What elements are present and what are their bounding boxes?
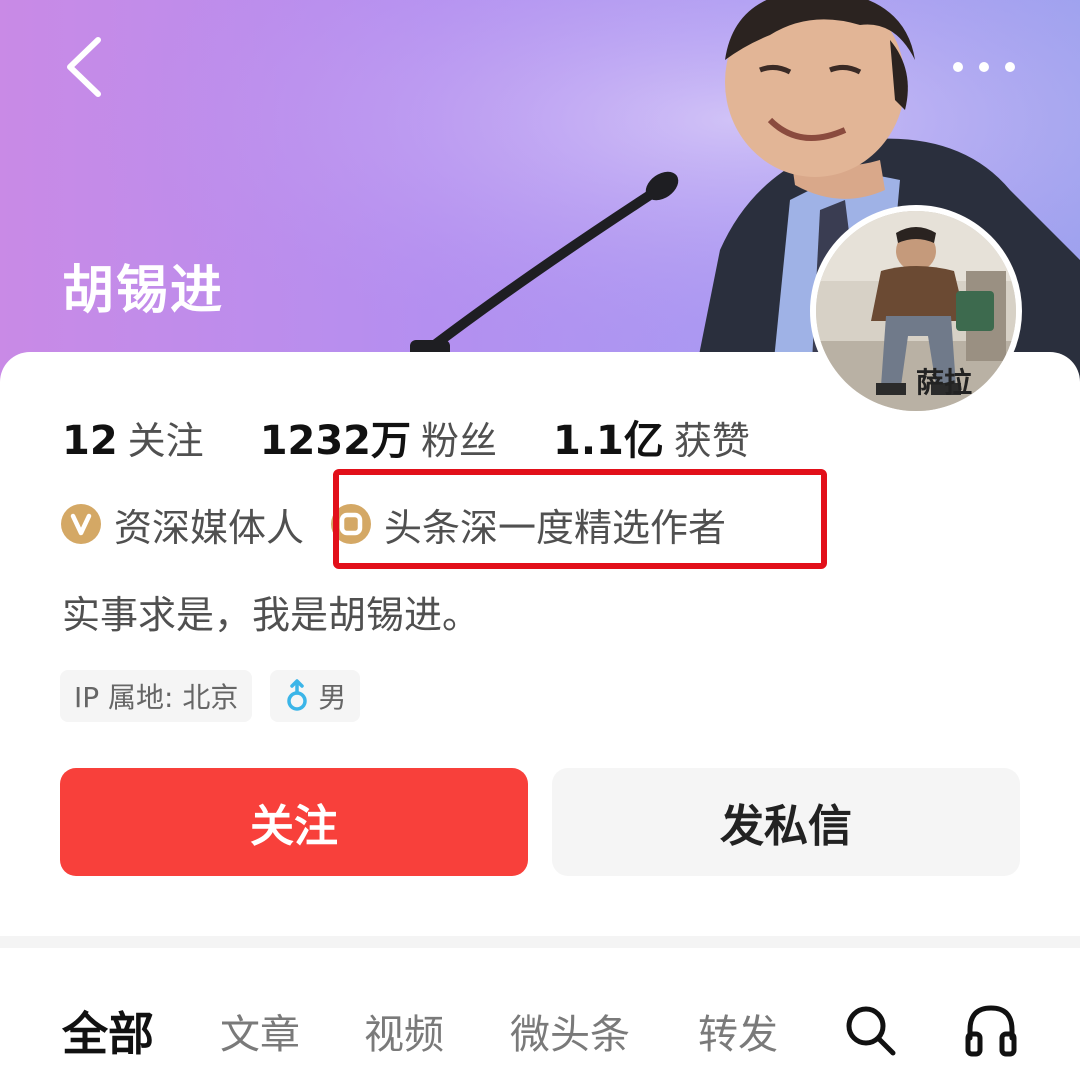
profile-badges: 资深媒体人 头条深一度精选作者 [60, 494, 726, 554]
tab-articles[interactable]: 文章 [220, 1002, 300, 1060]
profile-name: 胡锡进 [62, 261, 225, 321]
gender-tag: 男 [270, 670, 361, 722]
tab-videos[interactable]: 视频 [364, 1002, 444, 1060]
stat-label: 关注 [127, 419, 204, 463]
badge-label: 头条深一度精选作者 [384, 505, 727, 550]
badge-selected-author[interactable]: 头条深一度精选作者 [330, 497, 726, 552]
tag-label: IP 属地: 北京 [74, 681, 239, 714]
tab-micro-posts[interactable]: 微头条 [510, 1002, 630, 1060]
profile-bio: 实事求是，我是胡锡进。 [62, 593, 481, 637]
badge-senior-media[interactable]: 资深媒体人 [60, 497, 304, 552]
profile-page: 胡锡进 萨拉 12 关注 1232万 粉丝 1.1亿 获赞 资深媒体人 头条深一… [0, 0, 1080, 1072]
more-dots-icon[interactable] [948, 52, 1020, 82]
stat-value: 12 [62, 418, 118, 464]
back-chevron-icon[interactable] [58, 34, 110, 100]
male-gender-icon [287, 679, 308, 711]
section-divider [0, 936, 1080, 948]
avatar-caption: 萨拉 [916, 366, 973, 399]
stat-followers[interactable]: 1232万 粉丝 [260, 408, 497, 466]
stat-label: 粉丝 [421, 419, 498, 463]
send-message-button[interactable]: 发私信 [552, 768, 1020, 876]
avatar[interactable]: 萨拉 [810, 205, 1022, 417]
stat-label: 获赞 [673, 419, 750, 463]
tab-all[interactable]: 全部 [62, 998, 154, 1064]
profile-tags: IP 属地: 北京 男 [60, 670, 361, 722]
tab-reposts[interactable]: 转发 [698, 1002, 778, 1060]
follow-button[interactable]: 关注 [60, 768, 528, 876]
headphones-icon[interactable] [962, 1000, 1020, 1058]
stat-following[interactable]: 12 关注 [62, 410, 204, 465]
badge-label: 资深媒体人 [114, 505, 305, 550]
selected-author-icon [331, 504, 372, 544]
content-tabs: 全部 文章 视频 微头条 转发 [0, 990, 1080, 1070]
tag-label: 男 [318, 681, 347, 714]
search-icon[interactable] [842, 1002, 898, 1058]
stat-value: 1.1亿 [553, 418, 664, 464]
ip-location-tag: IP 属地: 北京 [60, 670, 253, 722]
stat-value: 1232万 [259, 418, 412, 464]
profile-stats: 12 关注 1232万 粉丝 1.1亿 获赞 [62, 408, 806, 464]
stat-likes[interactable]: 1.1亿 获赞 [553, 408, 750, 466]
verified-v-icon [61, 504, 101, 544]
